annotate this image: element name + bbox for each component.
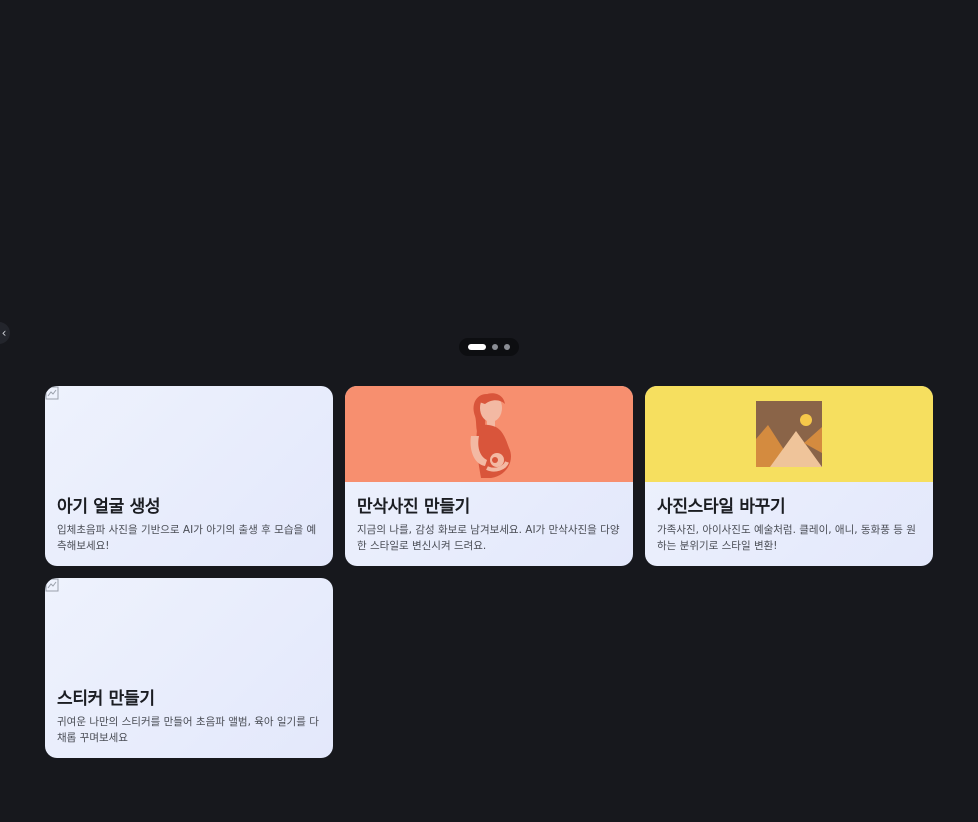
card-title: 아기 얼굴 생성	[57, 497, 161, 517]
card-image-area	[345, 386, 633, 482]
broken-image-icon	[45, 578, 59, 592]
card-description: 지금의 나를, 감성 화보로 남겨보세요. AI가 만삭사진을 다양한 스타일로…	[357, 524, 620, 552]
card-description: 입체초음파 사진을 기반으로 AI가 아기의 출생 후 모습을 예측해보세요!	[57, 524, 317, 552]
chevron-left-icon: ‹	[1, 326, 7, 340]
card-description: 가족사진, 아이사진도 예술처럼. 클레이, 애니, 동화풍 등 원하는 분위기…	[657, 524, 916, 552]
landscape-photo-icon	[756, 401, 822, 467]
card-image-area	[45, 386, 333, 482]
broken-image-icon	[45, 386, 59, 400]
card-image-area	[645, 386, 933, 482]
carousel-pagination	[459, 338, 519, 356]
carousel-dot-3[interactable]	[504, 344, 510, 350]
card-title: 사진스타일 바꾸기	[657, 497, 786, 517]
carousel-dot-1[interactable]	[468, 344, 486, 350]
card-photo-style[interactable]: 사진스타일 바꾸기 가족사진, 아이사진도 예술처럼. 클레이, 애니, 동화풍…	[645, 386, 933, 566]
card-title: 스티커 만들기	[57, 689, 155, 709]
carousel-dot-2[interactable]	[492, 344, 498, 350]
card-maternity-photo[interactable]: 만삭사진 만들기 지금의 나를, 감성 화보로 남겨보세요. AI가 만삭사진을…	[345, 386, 633, 566]
card-baby-face[interactable]: 아기 얼굴 생성 입체초음파 사진을 기반으로 AI가 아기의 출생 후 모습을…	[45, 386, 333, 566]
hero-banner	[0, 0, 978, 330]
pregnant-woman-illustration	[470, 393, 511, 478]
card-image-area	[45, 578, 333, 674]
card-description: 귀여운 나만의 스티커를 만들어 초음파 앨범, 육아 일기를 다채롭 꾸며보세…	[57, 716, 319, 744]
card-title: 만삭사진 만들기	[357, 497, 470, 517]
page: ‹ 아기 얼굴 생성 입체초음파 사진을 기반으로 AI가 아기의 출생 후 모…	[0, 0, 978, 822]
card-sticker[interactable]: 스티커 만들기 귀여운 나만의 스티커를 만들어 초음파 앨범, 육아 일기를 …	[45, 578, 333, 758]
